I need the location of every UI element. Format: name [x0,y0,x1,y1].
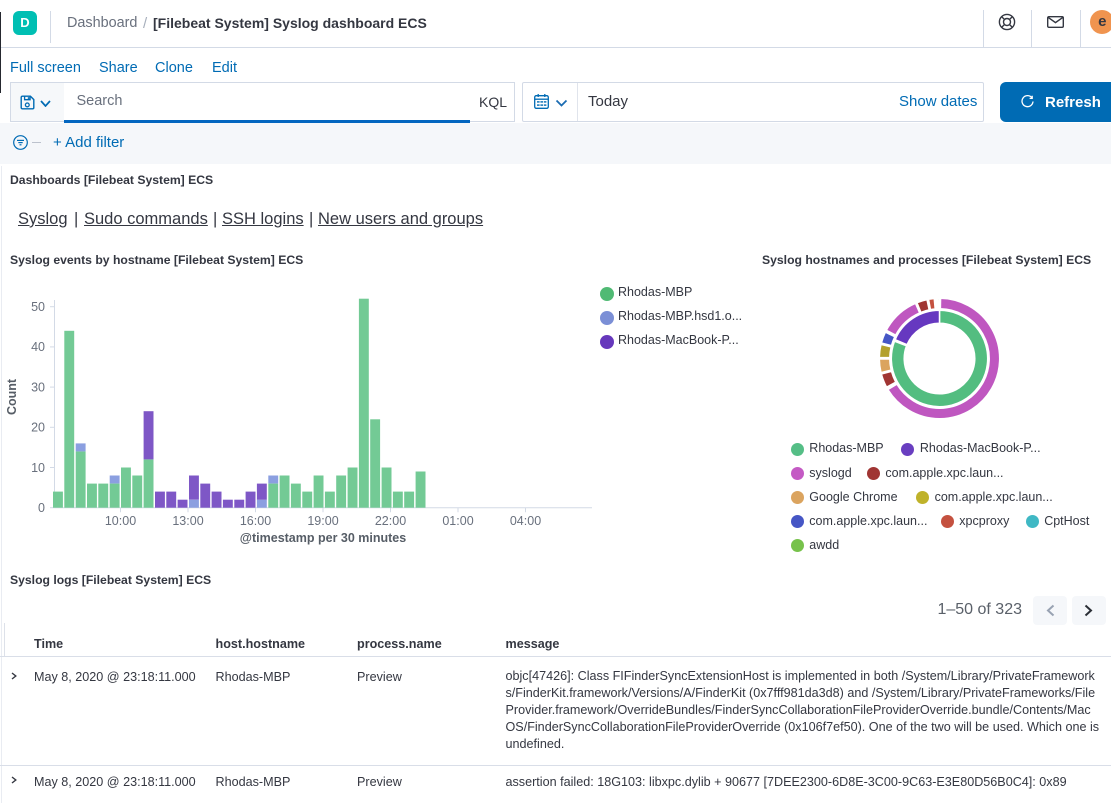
svg-text:10: 10 [31,461,45,475]
svg-text:30: 30 [31,380,45,394]
svg-text:16:00: 16:00 [240,514,271,528]
svg-text:Count: Count [5,378,19,415]
svg-text:19:00: 19:00 [307,514,338,528]
svg-text:20: 20 [31,421,45,435]
svg-text:01:00: 01:00 [442,514,473,528]
svg-text:40: 40 [31,340,45,354]
svg-text:@timestamp per 30 minutes: @timestamp per 30 minutes [240,531,406,545]
svg-text:0: 0 [38,501,45,515]
svg-text:04:00: 04:00 [510,514,541,528]
svg-text:50: 50 [31,300,45,314]
svg-text:13:00: 13:00 [172,514,203,528]
svg-text:10:00: 10:00 [105,514,136,528]
svg-text:22:00: 22:00 [375,514,406,528]
